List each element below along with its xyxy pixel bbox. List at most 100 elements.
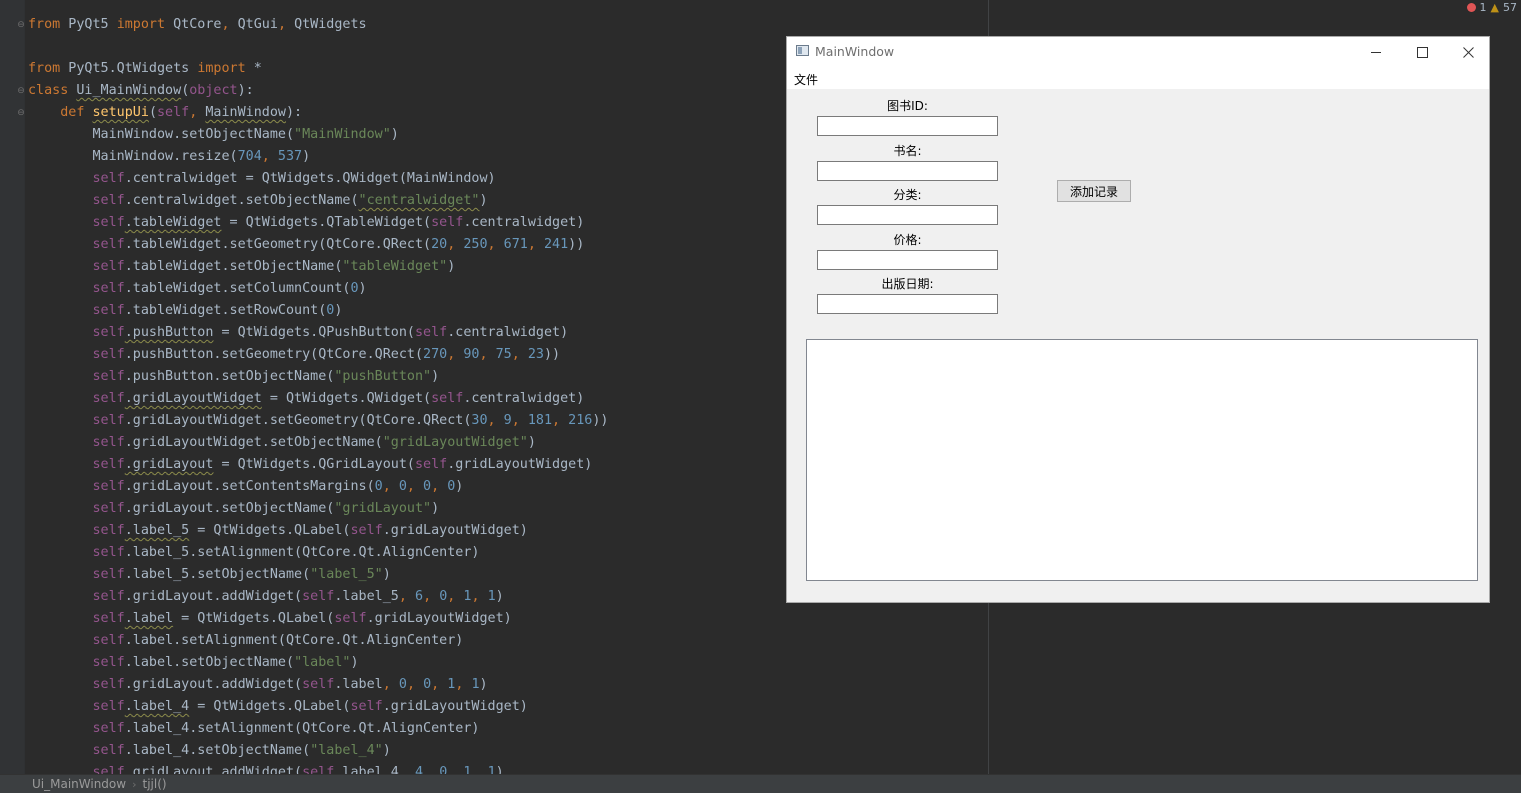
code-line[interactable]: self.tableWidget.setRowCount(0) [28,300,608,322]
breadcrumb-class[interactable]: Ui_MainWindow [32,777,126,791]
code-token: self [92,259,125,274]
code-line[interactable]: self.tableWidget.setObjectName("tableWid… [28,256,608,278]
title-input[interactable] [817,161,998,181]
close-button[interactable] [1445,37,1491,67]
code-line[interactable]: self.tableWidget.setColumnCount(0) [28,278,608,300]
editor-gutter: ⊖ ⊖ ⊖ [0,0,25,774]
code-line[interactable]: self.centralwidget.setObjectName("centra… [28,190,608,212]
code-token: self [350,699,383,714]
code-line[interactable] [28,36,608,58]
code-token: self [92,545,125,560]
code-line[interactable]: self.label_5.setAlignment(QtCore.Qt.Alig… [28,542,608,564]
code-line[interactable]: self.label_5 = QtWidgets.QLabel(self.gri… [28,520,608,542]
code-line[interactable]: self.label = QtWidgets.QLabel(self.gridL… [28,608,608,630]
code-token: self [92,479,125,494]
code-line[interactable]: from PyQt5.QtWidgets import * [28,58,608,80]
code-line[interactable]: self.label_4.setAlignment(QtCore.Qt.Alig… [28,718,608,740]
table-widget[interactable] [806,339,1478,581]
code-token: "centralwidget" [358,193,480,208]
breadcrumb: Ui_MainWindow › tjjl() [32,777,167,791]
window-title: MainWindow [815,44,895,59]
code-line[interactable]: self.gridLayoutWidget.setGeometry(QtCore… [28,410,609,432]
code-token: 6 [415,589,424,604]
code-line[interactable]: from PyQt5 import QtCore, QtGui, QtWidge… [28,14,608,36]
code-line[interactable]: self.tableWidget.setGeometry(QtCore.QRec… [28,234,608,256]
code-line[interactable]: self.gridLayout.addWidget(self.label_5, … [28,586,608,608]
code-token: MainWindow.setObjectName( [28,127,295,142]
price-label: 价格: [893,233,922,247]
code-line[interactable]: self.gridLayout = QtWidgets.QGridLayout(… [28,454,608,476]
code-line[interactable]: self.label.setAlignment(QtCore.Qt.AlignC… [28,630,608,652]
code-token: import [116,17,166,32]
inspection-widget[interactable]: 1 ▲ 57 [1466,0,1517,14]
code-token: .label_5.setAlignment(QtCore.Qt.AlignCen… [124,545,480,560]
code-token: , [511,413,528,428]
code-token: .gridLayoutWidget [124,391,262,406]
code-line[interactable]: self.tableWidget = QtWidgets.QTableWidge… [28,212,608,234]
code-area[interactable]: from PyQt5 import QtCore, QtGui, QtWidge… [28,14,608,784]
code-line[interactable]: self.pushButton.setGeometry(QtCore.QRect… [28,344,608,366]
error-count: 1 [1479,0,1487,14]
code-line[interactable]: class Ui_MainWindow(object): [28,80,608,102]
code-token: , [431,677,448,692]
code-token: , [277,17,295,32]
code-token: .label_4.setAlignment(QtCore.Qt.AlignCen… [124,721,480,736]
code-line[interactable]: self.label.setObjectName("label") [28,652,608,674]
pub-date-input[interactable] [817,294,998,314]
code-line[interactable]: self.label_4 = QtWidgets.QLabel(self.gri… [28,696,608,718]
code-line[interactable]: self.gridLayoutWidget = QtWidgets.QWidge… [28,388,608,410]
minimize-button[interactable] [1353,37,1399,67]
warning-icon: ▲ [1490,0,1499,14]
code-line[interactable]: self.centralwidget = QtWidgets.QWidget(M… [28,168,608,190]
fold-icon[interactable]: ⊖ [17,109,25,118]
breadcrumb-method[interactable]: tjjl() [142,777,166,791]
code-token: , [552,413,569,428]
title-bar[interactable]: MainWindow [787,37,1489,67]
code-line[interactable]: def setupUi(self, MainWindow): [28,102,608,124]
code-token: QtCore [165,17,222,32]
code-line[interactable]: self.gridLayoutWidget.setObjectName("gri… [28,432,608,454]
code-token: ) [302,149,311,164]
code-token: .gridLayoutWidget.setGeometry(QtCore.QRe… [124,413,472,428]
code-token: = QtWidgets.QGridLayout( [213,457,415,472]
code-token: .gridLayout.addWidget( [124,677,303,692]
close-icon [1462,46,1474,58]
code-line[interactable]: self.label_4.setObjectName("label_4") [28,740,608,762]
maximize-button[interactable] [1399,37,1445,67]
code-token: 0 [398,677,407,692]
code-line[interactable]: self.gridLayout.addWidget(self.label, 0,… [28,674,608,696]
category-input[interactable] [817,205,998,225]
code-token: self [92,281,125,296]
code-token: = QtWidgets.QWidget( [261,391,432,406]
add-record-button[interactable]: 添加记录 [1057,180,1131,202]
code-token: .centralwidget) [463,215,585,230]
code-token: ( [148,105,157,120]
menu-bar: 文件 [787,67,1489,89]
fold-icon[interactable]: ⊖ [17,21,25,30]
code-token: .label.setAlignment(QtCore.Qt.AlignCente… [124,633,464,648]
code-line[interactable]: MainWindow.resize(704, 537) [28,146,608,168]
code-token: .gridLayout.setContentsMargins( [124,479,375,494]
fold-icon[interactable]: ⊖ [17,87,25,96]
code-token: ) [358,281,367,296]
code-token: .tableWidget [124,215,222,230]
code-token: "tableWidget" [342,259,448,274]
code-token: def [60,105,85,120]
menu-file[interactable]: 文件 [794,71,818,88]
code-line[interactable]: self.label_5.setObjectName("label_5") [28,564,608,586]
code-line[interactable]: self.gridLayout.setObjectName("gridLayou… [28,498,608,520]
code-line[interactable]: self.pushButton.setObjectName("pushButto… [28,366,608,388]
code-line[interactable]: MainWindow.setObjectName("MainWindow") [28,124,608,146]
code-token: 250 [463,237,488,252]
code-token: 1 [487,589,496,604]
code-line[interactable]: self.gridLayout.setContentsMargins(0, 0,… [28,476,608,498]
code-line[interactable]: self.pushButton = QtWidgets.QPushButton(… [28,322,608,344]
book-id-input[interactable] [817,116,998,136]
code-token: 0 [423,677,432,692]
price-input[interactable] [817,250,998,270]
code-token: , [527,237,544,252]
